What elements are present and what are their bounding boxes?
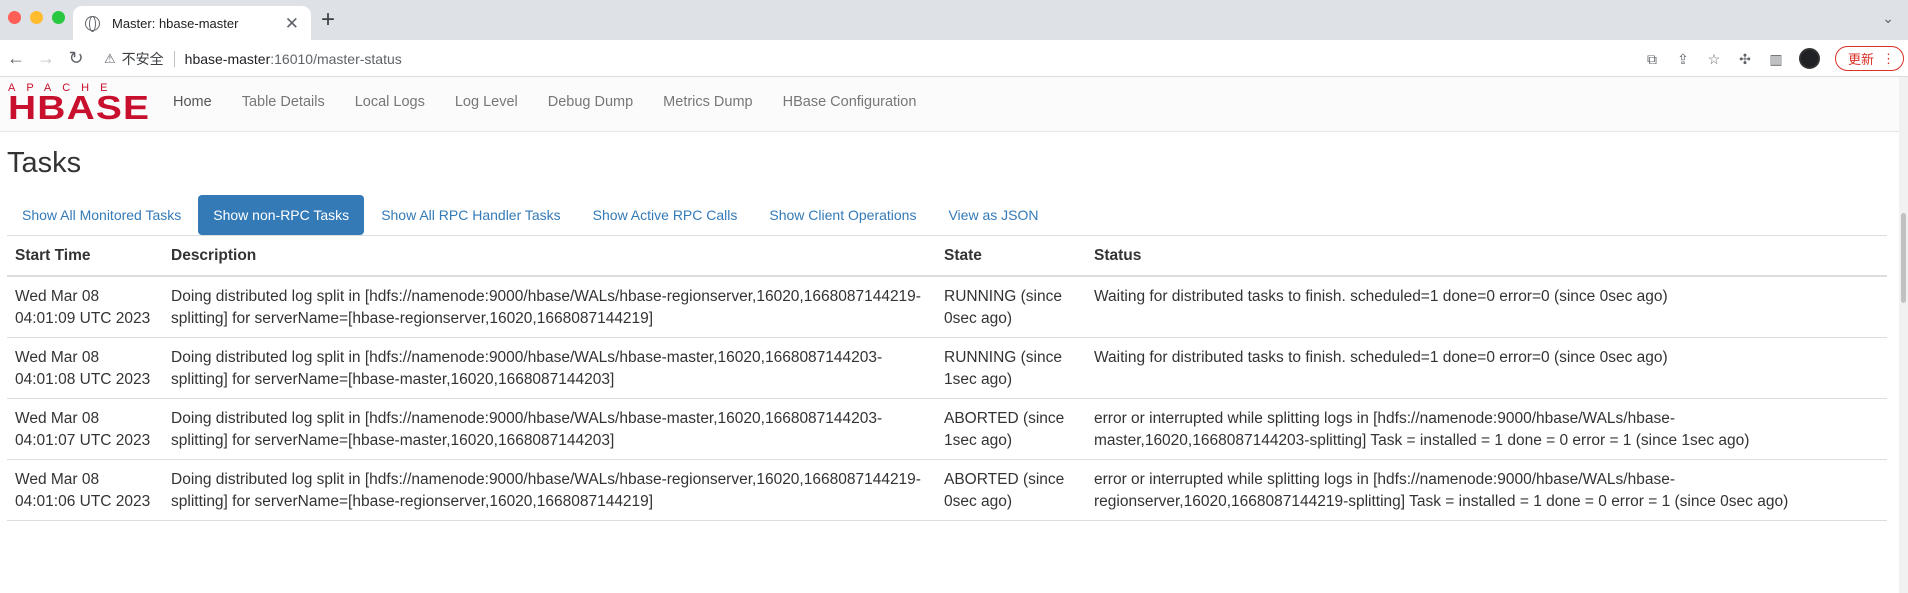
browser-actions: ⧉ ⇪ ☆ ✣ ▥ 更新 ⋮ xyxy=(1644,45,1908,72)
column-description: Description xyxy=(163,235,936,277)
view-as-json[interactable]: View as JSON xyxy=(933,195,1053,235)
filter-client-operations[interactable]: Show Client Operations xyxy=(754,195,931,235)
filter-active-rpc[interactable]: Show Active RPC Calls xyxy=(578,195,753,235)
nav-metrics-dump[interactable]: Metrics Dump xyxy=(648,94,767,110)
column-status: Status xyxy=(1086,235,1887,277)
cell-description: Doing distributed log split in [hdfs://n… xyxy=(163,459,936,521)
nav-links: Home Table Details Local Logs Log Level … xyxy=(158,77,931,127)
cell-description: Doing distributed log split in [hdfs://n… xyxy=(163,337,936,399)
window-controls xyxy=(8,11,65,24)
translate-icon[interactable]: ⧉ xyxy=(1644,51,1660,67)
more-vert-icon: ⋮ xyxy=(1882,50,1895,66)
profile-avatar[interactable] xyxy=(1798,48,1820,69)
cell-description: Doing distributed log split in [hdfs://n… xyxy=(163,398,936,460)
browser-toolbar: ← → ↻ ⚠ 不安全 hbase-master:16010/master-st… xyxy=(0,40,1908,77)
close-window-button[interactable] xyxy=(8,11,21,24)
tab-title: Master: hbase-master xyxy=(112,15,239,31)
filter-rpc-handler[interactable]: Show All RPC Handler Tasks xyxy=(366,195,575,235)
back-icon[interactable]: ← xyxy=(2,48,30,69)
cell-status: error or interrupted while splitting log… xyxy=(1086,398,1887,460)
cell-description: Doing distributed log split in [hdfs://n… xyxy=(163,276,936,338)
divider xyxy=(173,50,175,67)
url-path: :16010/master-status xyxy=(270,50,402,67)
cell-status: Waiting for distributed tasks to finish.… xyxy=(1086,337,1887,399)
cell-start-time: Wed Mar 08 04:01:09 UTC 2023 xyxy=(7,276,163,338)
column-start-time: Start Time xyxy=(7,235,163,277)
tab-close-icon[interactable]: ✕ xyxy=(285,15,299,32)
cell-status: error or interrupted while splitting log… xyxy=(1086,459,1887,521)
nav-local-logs[interactable]: Local Logs xyxy=(340,94,440,110)
cell-start-time: Wed Mar 08 04:01:08 UTC 2023 xyxy=(7,337,163,399)
filter-non-rpc[interactable]: Show non-RPC Tasks xyxy=(198,195,365,235)
cell-state: RUNNING (since 0sec ago) xyxy=(936,276,1086,338)
nav-home[interactable]: Home xyxy=(158,94,227,110)
reload-icon[interactable]: ↻ xyxy=(62,48,90,69)
nav-log-level[interactable]: Log Level xyxy=(440,94,533,110)
column-state: State xyxy=(936,235,1086,277)
table-row: Wed Mar 08 04:01:08 UTC 2023 Doing distr… xyxy=(7,337,1887,399)
hbase-logo[interactable]: APACHE HBASE xyxy=(8,83,149,125)
nav-hbase-configuration[interactable]: HBase Configuration xyxy=(768,94,932,110)
cell-state: ABORTED (since 0sec ago) xyxy=(936,459,1086,521)
table-header-row: Start Time Description State Status xyxy=(7,235,1887,277)
cell-start-time: Wed Mar 08 04:01:06 UTC 2023 xyxy=(7,459,163,521)
forward-icon[interactable]: → xyxy=(32,48,60,69)
url-host: hbase-master xyxy=(184,50,271,67)
update-label: 更新 xyxy=(1847,52,1874,67)
table-row: Wed Mar 08 04:01:07 UTC 2023 Doing distr… xyxy=(7,398,1887,460)
globe-icon xyxy=(85,15,100,32)
table-row: Wed Mar 08 04:01:06 UTC 2023 Doing distr… xyxy=(7,459,1887,521)
cell-state: ABORTED (since 1sec ago) xyxy=(936,398,1086,460)
share-icon[interactable]: ⇪ xyxy=(1675,51,1691,67)
minimize-window-button[interactable] xyxy=(30,11,43,24)
cell-status: Waiting for distributed tasks to finish.… xyxy=(1086,276,1887,338)
update-button[interactable]: 更新 ⋮ xyxy=(1834,46,1904,71)
browser-tab[interactable]: Master: hbase-master ✕ xyxy=(73,6,311,40)
nav-table-details[interactable]: Table Details xyxy=(227,94,340,110)
new-tab-button[interactable]: + xyxy=(321,8,335,32)
warning-icon[interactable]: ⚠ xyxy=(104,51,116,67)
top-navbar: APACHE HBASE Home Table Details Local Lo… xyxy=(0,77,1908,132)
scrollbar-thumb[interactable] xyxy=(1901,213,1906,303)
logo-hbase: HBASE xyxy=(8,89,151,126)
cell-start-time: Wed Mar 08 04:01:07 UTC 2023 xyxy=(7,398,163,460)
table-row: Wed Mar 08 04:01:09 UTC 2023 Doing distr… xyxy=(7,276,1887,338)
bookmark-star-icon[interactable]: ☆ xyxy=(1706,51,1722,67)
tasks-table: Start Time Description State Status Wed … xyxy=(7,235,1887,521)
task-filter-pills: Show All Monitored Tasks Show non-RPC Ta… xyxy=(7,195,1055,235)
tasks-heading: Tasks xyxy=(7,147,82,179)
security-label[interactable]: 不安全 xyxy=(122,49,164,69)
filter-all-monitored[interactable]: Show All Monitored Tasks xyxy=(7,195,196,235)
chevron-down-icon[interactable]: ⌄ xyxy=(1882,10,1894,27)
extensions-icon[interactable]: ✣ xyxy=(1737,51,1753,67)
page-content: APACHE HBASE Home Table Details Local Lo… xyxy=(0,77,1908,593)
nav-debug-dump[interactable]: Debug Dump xyxy=(533,94,648,110)
side-panel-icon[interactable]: ▥ xyxy=(1768,51,1784,67)
address-bar[interactable]: ⚠ 不安全 hbase-master:16010/master-status xyxy=(104,45,1644,72)
cell-state: RUNNING (since 1sec ago) xyxy=(936,337,1086,399)
zoom-window-button[interactable] xyxy=(52,11,65,24)
page-scrollbar[interactable] xyxy=(1899,77,1908,593)
browser-tab-strip: Master: hbase-master ✕ + ⌄ xyxy=(0,0,1908,40)
